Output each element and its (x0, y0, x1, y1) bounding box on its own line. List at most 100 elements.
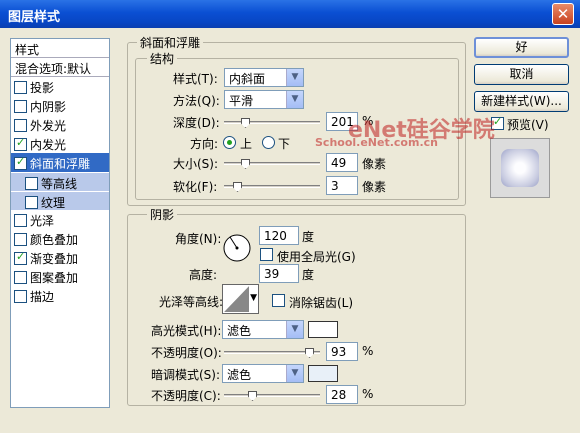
soften-slider-thumb[interactable] (233, 182, 242, 192)
angle-input[interactable]: 120 (259, 226, 299, 245)
style-item[interactable]: 内阴影 (11, 96, 109, 115)
gloss-contour-picker[interactable]: ▼ (222, 284, 259, 314)
direction-label: 方向: (190, 137, 219, 151)
dialog-client: 样式 混合选项:默认 投影内阴影外发光内发光斜面和浮雕等高线纹理光泽颜色叠加渐变… (0, 28, 580, 433)
altitude-input[interactable]: 39 (259, 264, 299, 283)
style-item[interactable]: 斜面和浮雕 (11, 153, 109, 172)
method-label: 方法(Q): (173, 94, 220, 108)
style-item[interactable]: 光泽 (11, 210, 109, 229)
style-item-label: 投影 (30, 81, 55, 95)
style-item-label: 描边 (30, 290, 55, 304)
size-slider[interactable] (224, 159, 320, 169)
soften-slider[interactable] (224, 182, 320, 192)
ok-button[interactable]: 好 (474, 37, 569, 58)
shadow-opacity-thumb[interactable] (248, 391, 257, 401)
antialias-checkbox[interactable] (272, 294, 285, 307)
method-select-value: 平滑 (229, 94, 254, 108)
watermark-url: School.eNet.com.cn (315, 136, 438, 149)
style-item-checkbox[interactable] (14, 136, 27, 151)
shadow-mode-select[interactable]: 滤色 ▼ (222, 364, 304, 383)
bevel-group-title: 斜面和浮雕 (137, 34, 204, 51)
depth-slider[interactable] (224, 118, 320, 128)
style-item-checkbox[interactable] (25, 177, 38, 190)
styles-header[interactable]: 样式 (11, 39, 109, 58)
global-light-label: 使用全局光(G) (277, 250, 356, 264)
direction-up-label: 上 (240, 137, 253, 151)
direction-up-radio[interactable] (223, 136, 236, 149)
highlight-opacity-input[interactable]: 93 (326, 342, 358, 361)
contour-preview-icon (224, 286, 249, 312)
style-item-checkbox[interactable] (14, 100, 27, 113)
angle-unit: 度 (302, 230, 315, 244)
size-label: 大小(S): (173, 157, 219, 171)
window-title: 图层样式 (8, 10, 61, 25)
highlight-color-swatch[interactable] (308, 321, 338, 338)
shadow-mode-value: 滤色 (227, 368, 252, 382)
style-item-label: 内阴影 (30, 100, 67, 114)
blend-options-item[interactable]: 混合选项:默认 (11, 58, 109, 77)
chevron-down-icon: ▼ (286, 69, 303, 86)
method-select[interactable]: 平滑 ▼ (224, 90, 304, 109)
style-item[interactable]: 描边 (11, 286, 109, 305)
depth-slider-thumb[interactable] (241, 118, 250, 128)
style-item-label: 纹理 (41, 196, 66, 210)
style-item-checkbox[interactable] (14, 155, 27, 170)
style-preview-swatch (501, 149, 539, 187)
direction-down-radio[interactable] (262, 136, 275, 149)
chevron-down-icon: ▼ (286, 321, 303, 338)
style-item-checkbox[interactable] (14, 119, 27, 132)
shadow-color-swatch[interactable] (308, 365, 338, 382)
chevron-down-icon: ▼ (286, 91, 303, 108)
style-item-checkbox[interactable] (14, 233, 27, 246)
style-item[interactable]: 纹理 (11, 191, 109, 210)
style-select-value: 内斜面 (229, 72, 266, 86)
style-item-label: 内发光 (30, 138, 67, 152)
style-item-checkbox[interactable] (25, 196, 38, 209)
style-item[interactable]: 等高线 (11, 172, 109, 191)
shadow-opacity-input[interactable]: 28 (326, 385, 358, 404)
style-item[interactable]: 图案叠加 (11, 267, 109, 286)
shadow-opacity-slider[interactable] (224, 391, 320, 401)
style-item[interactable]: 外发光 (11, 115, 109, 134)
soften-label: 软化(F): (173, 180, 218, 194)
highlight-mode-label: 高光模式(H): (151, 324, 222, 338)
style-item-label: 外发光 (30, 119, 67, 133)
style-items-list: 投影内阴影外发光内发光斜面和浮雕等高线纹理光泽颜色叠加渐变叠加图案叠加描边 (11, 77, 109, 305)
altitude-label: 高度: (189, 268, 218, 282)
shadow-opacity-unit: % (362, 387, 374, 401)
style-label: 样式(T): (173, 72, 218, 86)
new-style-button[interactable]: 新建样式(W)... (474, 91, 569, 112)
style-item-checkbox[interactable] (14, 81, 27, 94)
global-light-checkbox[interactable] (260, 248, 273, 261)
cancel-button[interactable]: 取消 (474, 64, 569, 85)
style-item[interactable]: 渐变叠加 (11, 248, 109, 267)
size-slider-thumb[interactable] (241, 159, 250, 169)
close-button[interactable]: ✕ (552, 3, 574, 25)
chevron-down-icon: ▼ (250, 293, 257, 303)
highlight-opacity-unit: % (362, 344, 374, 358)
antialias-label: 消除锯齿(L) (289, 296, 354, 310)
style-preview-box (490, 138, 550, 198)
style-item-checkbox[interactable] (14, 271, 27, 284)
style-item[interactable]: 投影 (11, 77, 109, 96)
style-item[interactable]: 内发光 (11, 134, 109, 153)
style-item-checkbox[interactable] (14, 214, 27, 227)
highlight-mode-select[interactable]: 滤色 ▼ (222, 320, 304, 339)
title-bar: 图层样式 ✕ (0, 0, 580, 28)
style-item[interactable]: 颜色叠加 (11, 229, 109, 248)
chevron-down-icon: ▼ (286, 365, 303, 382)
angle-dial[interactable] (222, 233, 252, 263)
style-item-checkbox[interactable] (14, 290, 27, 303)
structure-title: 结构 (147, 50, 178, 67)
style-item-label: 光泽 (30, 214, 55, 228)
size-input[interactable]: 49 (326, 153, 358, 172)
style-item-checkbox[interactable] (14, 250, 27, 265)
highlight-opacity-slider[interactable] (224, 348, 320, 358)
highlight-opacity-label: 不透明度(O): (151, 346, 222, 360)
highlight-opacity-thumb[interactable] (305, 348, 314, 358)
style-item-label: 等高线 (41, 177, 78, 191)
style-select[interactable]: 内斜面 ▼ (224, 68, 304, 87)
shadow-opacity-label: 不透明度(C): (151, 389, 221, 403)
size-unit: 像素 (362, 157, 387, 171)
soften-input[interactable]: 3 (326, 176, 358, 195)
